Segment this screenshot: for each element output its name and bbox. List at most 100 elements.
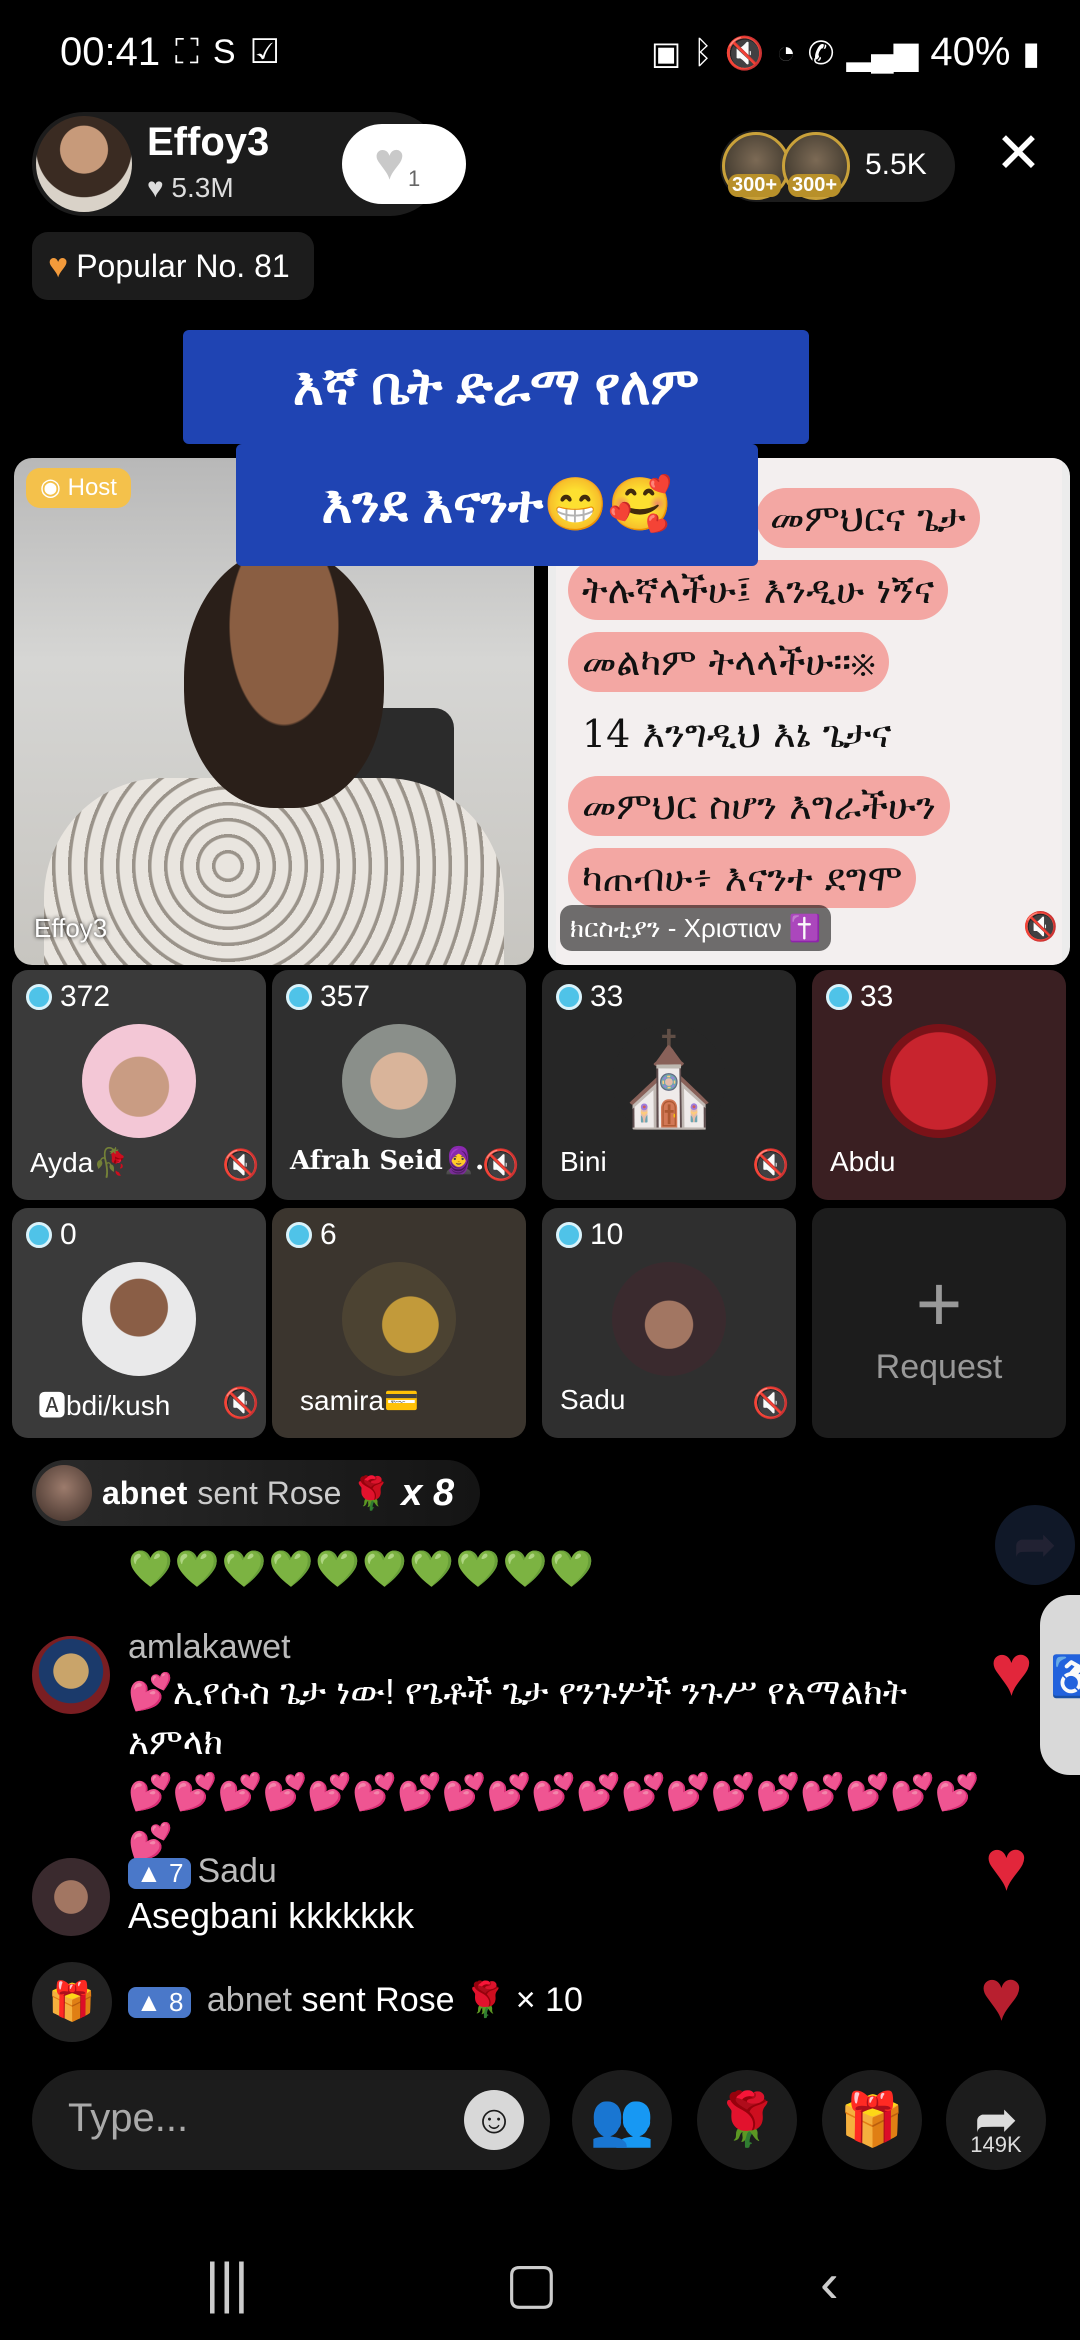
seat-avatar[interactable]	[82, 1262, 196, 1376]
host-chip[interactable]: Effoy3 ♥ 5.3M ♥ 1	[32, 112, 466, 216]
status-left-icons: ⛶ S ☑	[175, 32, 280, 72]
seat-tile[interactable]: 0 🅰bdi/kush 🔇	[12, 1208, 266, 1438]
guests-button[interactable]: 👥	[572, 2070, 672, 2170]
church-icon[interactable]: ⛪	[612, 1024, 726, 1138]
seat-score: 357	[286, 980, 370, 1014]
mute-icon: 🔇	[752, 1149, 790, 1182]
seat-tile[interactable]: 33 Abdu	[812, 970, 1066, 1200]
diamond-icon	[556, 984, 582, 1010]
mute-icon: 🔇	[1023, 911, 1058, 942]
seat-score: 0	[26, 1218, 77, 1252]
chat-text: 💕ኢየሱስ ጌታ ነው! የጌቶች ጌታ የንጉሦች ንጉሥ የአማልክት አም…	[128, 1671, 908, 1762]
seat-avatar[interactable]	[342, 1262, 456, 1376]
host-tag: ◉ Host	[26, 468, 131, 508]
seat-name: samira💳	[300, 1385, 419, 1416]
chat-username: Sadu	[197, 1852, 277, 1890]
chat-message[interactable]: amlakawet 💕ኢየሱስ ጌታ ነው! የጌቶች ጌታ የንጉሦች ንጉሥ…	[128, 1628, 1008, 1867]
seat-score: 33	[556, 980, 623, 1014]
follow-count: 1	[408, 166, 421, 191]
seat-score: 33	[826, 980, 893, 1014]
plus-icon: +	[915, 1259, 963, 1348]
share-count: 149K	[970, 2132, 1022, 2157]
level-value: 8	[168, 1986, 184, 2017]
popular-rank-label: Popular No. 81	[76, 247, 290, 284]
gift-action: sent Rose	[197, 1474, 342, 1511]
gift-icon: 🎁	[839, 2091, 905, 2149]
seat-score: 6	[286, 1218, 337, 1252]
share-arrow-icon[interactable]: ➦	[995, 1505, 1075, 1585]
seat-tile[interactable]: 372 Ayda🥀 🔇	[12, 970, 266, 1200]
seat-name: Abdu	[830, 1146, 896, 1177]
diamond-icon	[26, 1222, 52, 1248]
gift-event-multiplier: × 10	[515, 1981, 583, 2019]
popular-rank-chip[interactable]: ♥ Popular No. 81	[32, 232, 314, 300]
seat-avatar[interactable]	[342, 1024, 456, 1138]
seat-score-value: 10	[590, 1218, 624, 1251]
people-icon: 👥	[589, 2091, 655, 2149]
gift-event-action: sent Rose	[301, 1981, 455, 2019]
chat-text: Asegbani kkkkkkk	[128, 1895, 415, 1936]
chat-input[interactable]: Type... ☺	[32, 2070, 550, 2170]
share-button[interactable]: ➦ 149K	[946, 2070, 1046, 2170]
mute-icon: 🔇	[482, 1149, 520, 1182]
seat-name: Bini	[560, 1146, 607, 1177]
gift-box-icon[interactable]: 🎁	[32, 1962, 112, 2042]
gift-multiplier: x 8	[401, 1471, 455, 1514]
home-icon[interactable]: ▢	[505, 2250, 558, 2316]
diamond-icon	[826, 984, 852, 1010]
seat-score-value: 6	[320, 1218, 337, 1251]
seat-score-value: 33	[590, 980, 624, 1013]
rose-icon: 🌹	[351, 1475, 392, 1511]
gift-sender-avatar[interactable]	[36, 1465, 92, 1521]
seat-tile[interactable]: 10 Sadu 🔇	[542, 1208, 796, 1438]
emoji-icon[interactable]: ☺	[464, 2090, 524, 2150]
seat-tile[interactable]: 6 samira💳	[272, 1208, 526, 1438]
accessibility-icon[interactable]: ♿	[1040, 1595, 1080, 1775]
seat-tile[interactable]: 33 ⛪ Bini 🔇	[542, 970, 796, 1200]
seat-score-value: 372	[60, 980, 111, 1013]
mute-icon: 🔇	[724, 34, 765, 71]
scripture-line: መምህር ስሆን እግራችሁን	[568, 776, 950, 836]
seat-avatar[interactable]	[82, 1024, 196, 1138]
seat-score: 10	[556, 1218, 623, 1252]
gift-button[interactable]: 🎁	[822, 2070, 922, 2170]
s-icon: S	[212, 32, 236, 71]
chat-input-placeholder: Type...	[68, 2096, 189, 2140]
back-icon[interactable]: ‹	[820, 2250, 839, 2315]
chat-avatar[interactable]	[32, 1858, 110, 1936]
scripture-line: ካጠብሁ፥ እናንተ ደግሞ	[568, 848, 917, 908]
host-video-label: Effoy3	[34, 913, 108, 943]
seat-tile[interactable]: 357 Afrah Seid🧕... 🔇	[272, 970, 526, 1200]
viewer-list[interactable]: 300+ 300+ 5.5K	[720, 130, 955, 202]
gift-sender-name: abnet	[102, 1474, 188, 1511]
seat-score: 372	[26, 980, 110, 1014]
battery-icon: ▮	[1022, 34, 1040, 71]
host-likes: ♥ 5.3M	[147, 172, 234, 204]
chat-hearts-line: 💚💚💚💚💚💚💚💚💚💚	[128, 1548, 597, 1589]
follow-button[interactable]: ♥ 1	[342, 124, 466, 204]
gift-banner: abnet sent Rose 🌹 x 8	[32, 1460, 481, 1526]
chat-avatar[interactable]	[32, 1636, 110, 1714]
status-time: 00:41	[60, 30, 161, 74]
rose-gift-button[interactable]: 🌹	[697, 2070, 797, 2170]
scripture-line: መልካም ትላላችሁ።※	[568, 632, 890, 692]
host-likes-count: 5.3M	[171, 172, 234, 203]
request-seat-button[interactable]: + Request	[812, 1208, 1066, 1438]
seat-score-value: 357	[320, 980, 371, 1013]
battery-level: 40%	[930, 30, 1011, 74]
chat-message[interactable]: ▲ 7 Sadu Asegbani kkkkkkk	[128, 1852, 1008, 1941]
diamond-icon	[26, 984, 52, 1010]
seat-avatar[interactable]	[612, 1262, 726, 1376]
request-label: Request	[875, 1348, 1003, 1386]
seat-avatar-logo[interactable]	[882, 1024, 996, 1138]
host-avatar[interactable]	[36, 116, 132, 212]
close-button[interactable]: ✕	[995, 125, 1042, 181]
caption-banner-line1: እኛ ቤት ድራማ የለም	[183, 330, 809, 444]
host-head-shape	[184, 548, 384, 808]
heart-icon: ♥	[48, 246, 69, 285]
caption-banner-line2: እንደ እናንተ😁🥰	[236, 444, 758, 566]
like-heart-icon: ♥	[985, 1826, 1028, 1906]
recent-apps-icon[interactable]: |||	[205, 2250, 249, 2315]
seat-name: Sadu	[560, 1384, 626, 1415]
chat-username: amlakawet	[128, 1628, 291, 1666]
